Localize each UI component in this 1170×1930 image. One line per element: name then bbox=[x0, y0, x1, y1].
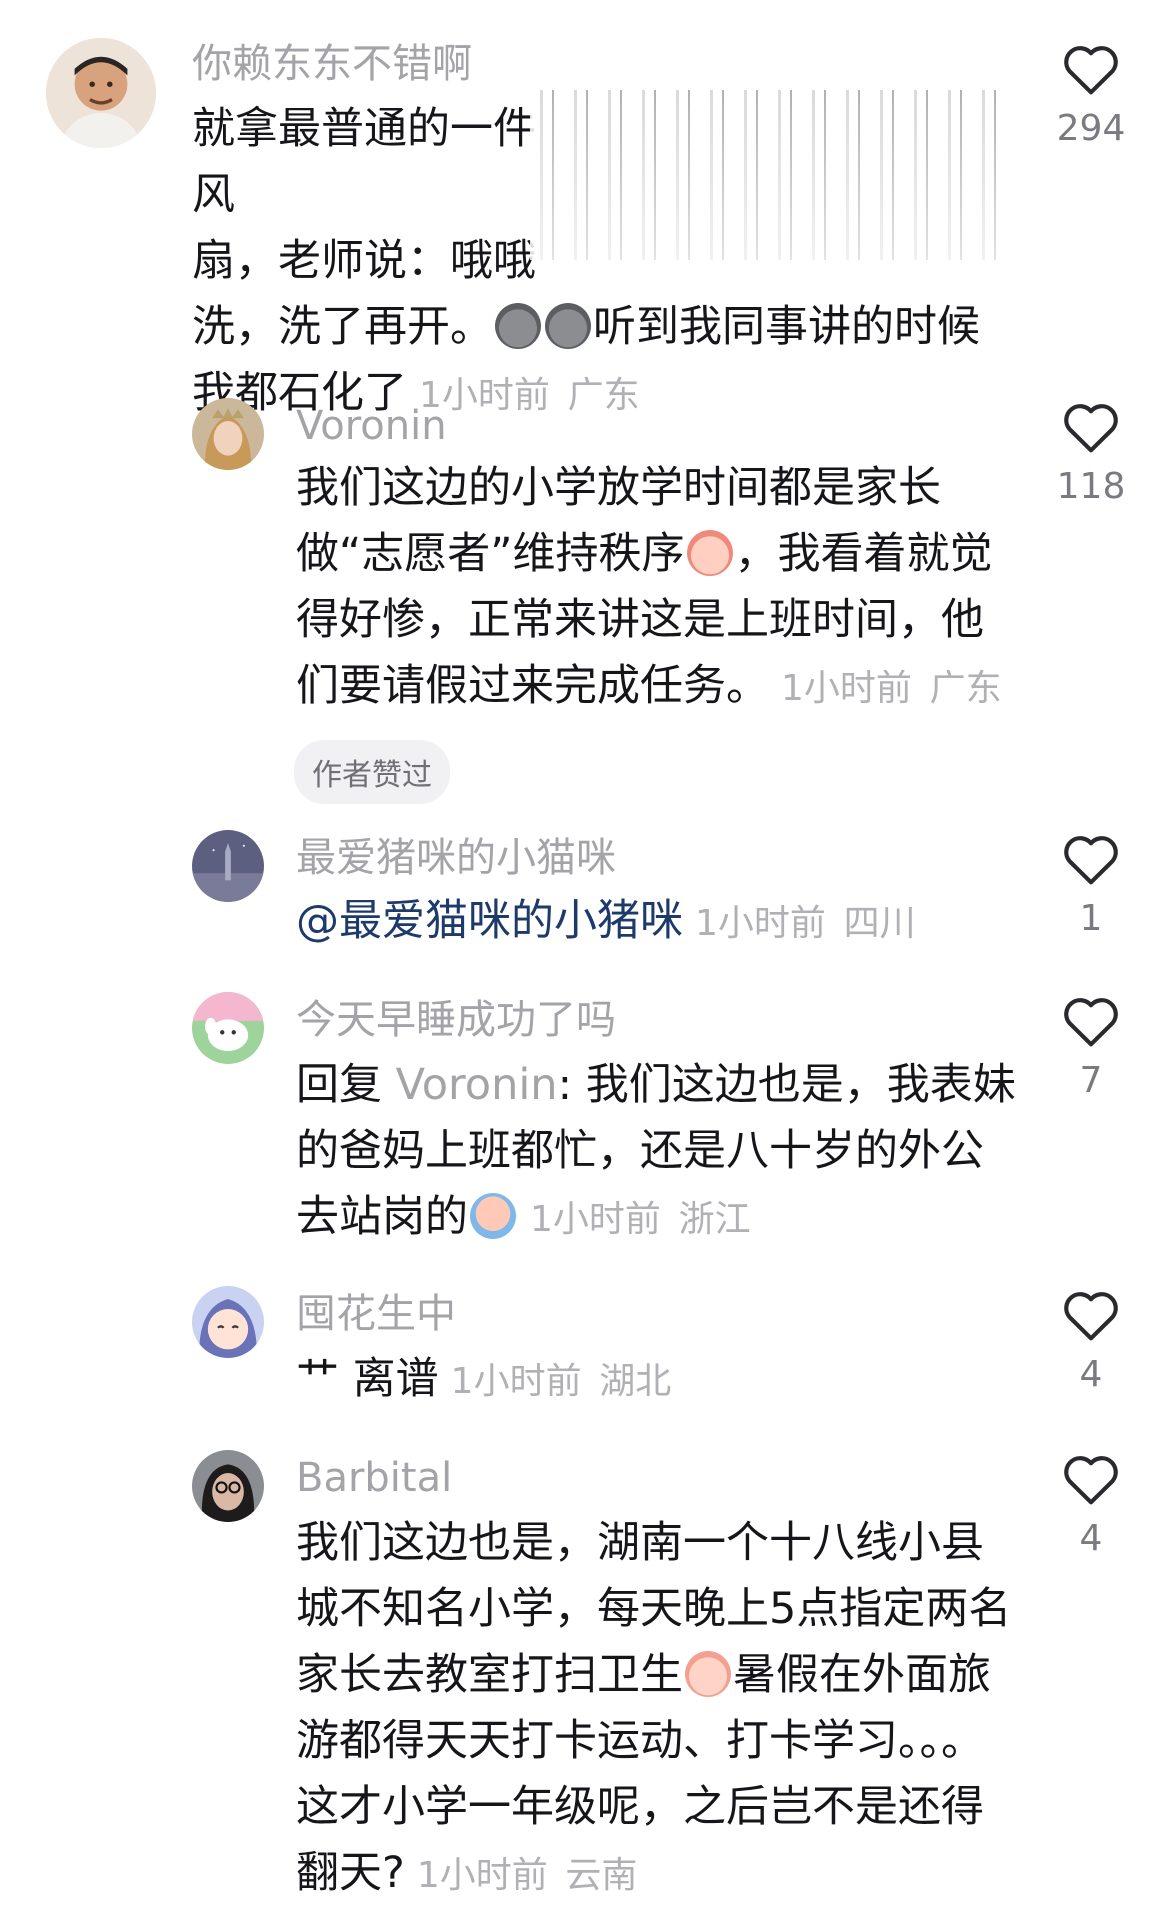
comment-text-part: 艹 离谱 bbox=[296, 1354, 439, 1404]
crying-face-emoji-icon bbox=[686, 530, 733, 576]
like-count: 4 bbox=[1079, 1354, 1103, 1395]
comment-text-line: 风 bbox=[192, 170, 235, 220]
like-button[interactable]: 1 bbox=[1036, 832, 1146, 939]
comment-text: 艹 离谱 1小时前 湖北 bbox=[296, 1346, 1016, 1415]
comment-location: 广东 bbox=[567, 375, 640, 416]
like-button[interactable]: 118 bbox=[1036, 400, 1146, 507]
comment-author-name[interactable]: 最爱猪咪的小猫咪 bbox=[296, 838, 616, 878]
avatar[interactable] bbox=[192, 398, 264, 470]
cartoon-dog-avatar-icon bbox=[192, 992, 264, 1064]
mention-link[interactable]: @最爱猫咪的小猪咪 bbox=[296, 896, 683, 946]
like-button[interactable]: 7 bbox=[1036, 994, 1146, 1101]
heart-icon bbox=[1064, 836, 1118, 885]
comment-location: 湖北 bbox=[599, 1361, 672, 1402]
anime-girl-avatar-icon bbox=[192, 1286, 264, 1358]
comment-text: 我们这边也是，湖南一个十八线小县城不知名小学，每天晚上5点指定两名家长去教室打扫… bbox=[296, 1510, 1016, 1909]
like-count: 4 bbox=[1079, 1518, 1103, 1559]
comment-location: 云南 bbox=[565, 1855, 638, 1896]
heart-icon bbox=[1064, 404, 1118, 453]
comment-time: 1小时前 bbox=[781, 668, 912, 709]
comment-author-name[interactable]: Barbital bbox=[296, 1458, 452, 1498]
comment-time: 1小时前 bbox=[530, 1199, 661, 1240]
comment-location: 四川 bbox=[843, 903, 916, 944]
comment-location: 浙江 bbox=[678, 1199, 751, 1240]
like-count: 294 bbox=[1056, 108, 1126, 149]
like-count: 7 bbox=[1079, 1060, 1103, 1101]
comment-text-line: 洗，洗了再开。 bbox=[192, 302, 493, 352]
like-button[interactable]: 4 bbox=[1036, 1288, 1146, 1395]
like-button[interactable]: 294 bbox=[1036, 42, 1146, 149]
comment-text-line: 就拿最普通的一件 bbox=[192, 104, 536, 154]
stone-face-emoji-icon bbox=[545, 303, 591, 349]
censor-blur bbox=[530, 90, 1000, 260]
comment-author-name[interactable]: 囤花生中 bbox=[296, 1294, 456, 1334]
reply-prefix: 回复 bbox=[296, 1060, 382, 1110]
night-sky-avatar-icon bbox=[192, 830, 264, 902]
comment-text: @最爱猫咪的小猪咪 1小时前 四川 bbox=[296, 888, 1016, 957]
avatar[interactable] bbox=[192, 992, 264, 1064]
reply-target-name[interactable]: Voronin bbox=[396, 1060, 558, 1110]
avatar[interactable] bbox=[192, 1450, 264, 1522]
heart-icon bbox=[1064, 1292, 1118, 1341]
woman-portrait-avatar-icon bbox=[192, 398, 264, 470]
comment-time: 1小时前 bbox=[450, 1361, 582, 1402]
heart-icon bbox=[1064, 998, 1118, 1047]
stone-face-emoji-icon bbox=[495, 303, 541, 349]
woman-glasses-avatar-icon bbox=[192, 1450, 264, 1522]
like-count: 1 bbox=[1079, 898, 1103, 939]
heart-icon bbox=[1064, 1456, 1118, 1505]
comment-author-name[interactable]: Voronin bbox=[296, 406, 447, 446]
comment-location: 广东 bbox=[929, 668, 1002, 709]
comment-author-name[interactable]: 你赖东东不错啊 bbox=[192, 44, 472, 84]
comment-text-line: 听到我同事讲的时候 bbox=[593, 302, 980, 352]
heart-icon bbox=[1064, 46, 1118, 95]
rolling-eyes-peach-emoji-icon bbox=[685, 1651, 731, 1697]
comment-text: 我们这边的小学放学时间都是家长做“志愿者”维持秩序 ，我看着就觉得好惨，正常来讲这… bbox=[296, 455, 1016, 722]
comment-text-line: 扇，老师说：哦哦 bbox=[192, 236, 536, 286]
avatar[interactable] bbox=[192, 1286, 264, 1358]
avatar[interactable] bbox=[192, 830, 264, 902]
like-count: 118 bbox=[1056, 466, 1126, 507]
comment-time: 1小时前 bbox=[695, 903, 826, 944]
author-liked-badge: 作者赞过 bbox=[294, 740, 450, 804]
avatar[interactable] bbox=[46, 38, 156, 148]
comment-time: 1小时前 bbox=[416, 1855, 548, 1896]
comment-author-name[interactable]: 今天早睡成功了吗 bbox=[296, 1000, 616, 1040]
comment-text: 回复 Voronin: 我们这边也是，我表妹的爸妈上班都忙，还是八十岁的外公去站… bbox=[296, 1052, 1016, 1253]
crying-baby-emoji-icon bbox=[470, 1193, 516, 1239]
like-button[interactable]: 4 bbox=[1036, 1452, 1146, 1559]
man-avatar-icon bbox=[46, 38, 156, 148]
